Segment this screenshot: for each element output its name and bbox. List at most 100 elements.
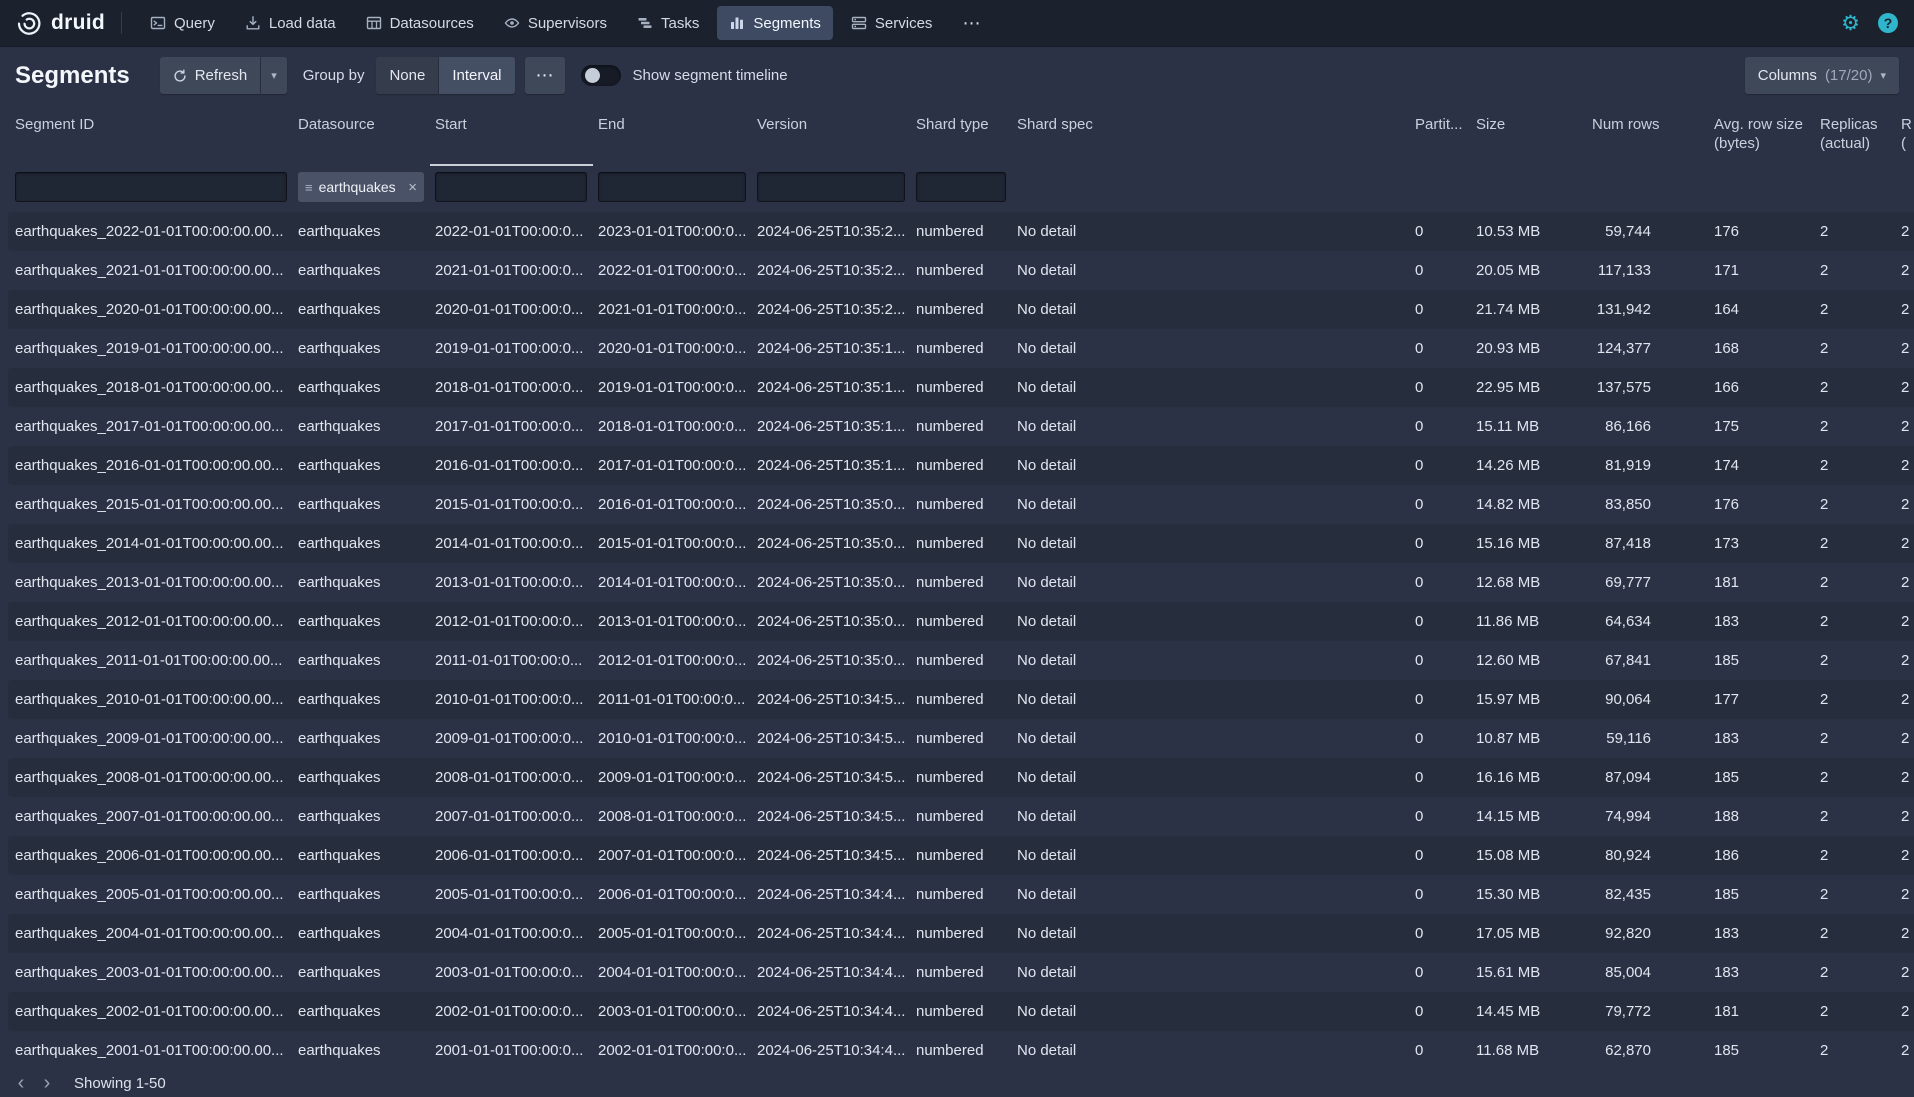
filter-cell-version — [752, 166, 911, 212]
table-row[interactable]: earthquakes_2017-01-01T00:00:00.00...ear… — [0, 407, 1914, 446]
cell-shard_type: numbered — [911, 836, 1012, 875]
table-row[interactable]: earthquakes_2022-01-01T00:00:00.00...ear… — [0, 212, 1914, 251]
refresh-dropdown-button[interactable]: ▾ — [261, 57, 287, 94]
table-row[interactable]: earthquakes_2005-01-01T00:00:00.00...ear… — [0, 875, 1914, 914]
datasource-filter-tag[interactable]: ≡ earthquakes × — [298, 172, 424, 202]
filter-input-start[interactable] — [435, 172, 587, 202]
cell-replicated: 2 — [1896, 719, 1914, 758]
column-label: Replicas — [1820, 116, 1878, 133]
refresh-button[interactable]: Refresh — [160, 57, 261, 94]
table-row[interactable]: earthquakes_2015-01-01T00:00:00.00...ear… — [0, 485, 1914, 524]
table-row[interactable]: earthquakes_2016-01-01T00:00:00.00...ear… — [0, 446, 1914, 485]
nav-item-tasks[interactable]: Tasks — [625, 6, 711, 40]
table-row[interactable]: earthquakes_2011-01-01T00:00:00.00...ear… — [0, 641, 1914, 680]
table-row[interactable]: earthquakes_2013-01-01T00:00:00.00...ear… — [0, 563, 1914, 602]
column-header-shard_spec[interactable]: Shard spec — [1012, 105, 1410, 166]
table-row[interactable]: earthquakes_2014-01-01T00:00:00.00...ear… — [0, 524, 1914, 563]
cell-replicated: 2 — [1896, 1031, 1914, 1070]
supervisors-icon — [504, 15, 520, 31]
segment-timeline-toggle[interactable] — [581, 65, 621, 86]
column-header-num_rows[interactable]: Num rows — [1587, 105, 1709, 166]
group-by-label: Group by — [303, 67, 365, 84]
group-by-none-button[interactable]: None — [376, 57, 438, 94]
column-header-segment_id[interactable]: Segment ID — [0, 105, 293, 166]
table-row[interactable]: earthquakes_2007-01-01T00:00:00.00...ear… — [0, 797, 1914, 836]
table-row[interactable]: earthquakes_2008-01-01T00:00:00.00...ear… — [0, 758, 1914, 797]
cell-shard_type: numbered — [911, 602, 1012, 641]
table-row[interactable]: earthquakes_2019-01-01T00:00:00.00...ear… — [0, 329, 1914, 368]
column-header-replicas[interactable]: Replicas(actual) — [1815, 105, 1896, 166]
column-header-datasource[interactable]: Datasource — [293, 105, 430, 166]
prev-page-button[interactable]: ‹ — [8, 1071, 34, 1095]
brand[interactable]: druid — [16, 10, 105, 36]
column-label: Shard type — [916, 116, 989, 133]
cell-version: 2024-06-25T10:34:4... — [752, 1031, 911, 1070]
group-by-interval-button[interactable]: Interval — [439, 57, 514, 94]
cell-datasource: earthquakes — [293, 758, 430, 797]
column-header-partition[interactable]: Partit... — [1410, 105, 1471, 166]
table-row[interactable]: earthquakes_2009-01-01T00:00:00.00...ear… — [0, 719, 1914, 758]
column-header-replicated[interactable]: R( — [1896, 105, 1914, 166]
next-page-button[interactable]: › — [34, 1071, 60, 1095]
chevron-down-icon: ▾ — [271, 69, 277, 82]
cell-version: 2024-06-25T10:34:5... — [752, 758, 911, 797]
table-row[interactable]: earthquakes_2003-01-01T00:00:00.00...ear… — [0, 953, 1914, 992]
table-row[interactable]: earthquakes_2004-01-01T00:00:00.00...ear… — [0, 914, 1914, 953]
cell-shard_type: numbered — [911, 914, 1012, 953]
cell-avg_row_size: 183 — [1709, 953, 1815, 992]
cell-replicas: 2 — [1815, 758, 1896, 797]
cell-end: 2003-01-01T00:00:0... — [593, 992, 752, 1031]
cell-segment_id: earthquakes_2019-01-01T00:00:00.00... — [0, 329, 293, 368]
cell-datasource: earthquakes — [293, 992, 430, 1031]
column-header-version[interactable]: Version — [752, 105, 911, 166]
nav-item-query[interactable]: Query — [138, 6, 227, 40]
table-row[interactable]: earthquakes_2006-01-01T00:00:00.00...ear… — [0, 836, 1914, 875]
table-row[interactable]: earthquakes_2001-01-01T00:00:00.00...ear… — [0, 1031, 1914, 1070]
nav-item-segments[interactable]: Segments — [717, 6, 833, 40]
help-icon[interactable]: ? — [1878, 13, 1898, 33]
table-row[interactable]: earthquakes_2002-01-01T00:00:00.00...ear… — [0, 992, 1914, 1031]
cell-partition: 0 — [1410, 290, 1471, 329]
cell-replicas: 2 — [1815, 836, 1896, 875]
cell-version: 2024-06-25T10:34:5... — [752, 719, 911, 758]
column-header-shard_type[interactable]: Shard type — [911, 105, 1012, 166]
cell-end: 2002-01-01T00:00:0... — [593, 1031, 752, 1070]
cell-shard_type: numbered — [911, 992, 1012, 1031]
cell-end: 2018-01-01T00:00:0... — [593, 407, 752, 446]
cell-datasource: earthquakes — [293, 524, 430, 563]
cell-size: 20.93 MB — [1471, 329, 1587, 368]
cell-num_rows: 137,575 — [1587, 368, 1709, 407]
filter-input-shard-type[interactable] — [916, 172, 1006, 202]
cell-size: 12.68 MB — [1471, 563, 1587, 602]
table-row[interactable]: earthquakes_2018-01-01T00:00:00.00...ear… — [0, 368, 1914, 407]
table-row[interactable]: earthquakes_2012-01-01T00:00:00.00...ear… — [0, 602, 1914, 641]
remove-filter-icon[interactable]: × — [408, 179, 417, 196]
column-header-start[interactable]: Start — [430, 105, 593, 166]
cell-num_rows: 83,850 — [1587, 485, 1709, 524]
nav-item-datasources[interactable]: Datasources — [354, 6, 486, 40]
columns-button[interactable]: Columns (17/20) ▾ — [1745, 57, 1899, 94]
cell-partition: 0 — [1410, 875, 1471, 914]
column-header-avg_row_size[interactable]: Avg. row size(bytes) — [1709, 105, 1815, 166]
toolbar-more-button[interactable]: ⋯ — [525, 57, 565, 94]
filter-input-version[interactable] — [757, 172, 905, 202]
cell-partition: 0 — [1410, 524, 1471, 563]
cell-end: 2023-01-01T00:00:0... — [593, 212, 752, 251]
cell-end: 2009-01-01T00:00:0... — [593, 758, 752, 797]
table-row[interactable]: earthquakes_2020-01-01T00:00:00.00...ear… — [0, 290, 1914, 329]
column-header-end[interactable]: End — [593, 105, 752, 166]
filter-input-end[interactable] — [598, 172, 746, 202]
table-row[interactable]: earthquakes_2010-01-01T00:00:00.00...ear… — [0, 680, 1914, 719]
table-row[interactable]: earthquakes_2021-01-01T00:00:00.00...ear… — [0, 251, 1914, 290]
nav-more-button[interactable]: ⋯ — [950, 6, 992, 40]
nav-item-supervisors[interactable]: Supervisors — [492, 6, 619, 40]
filter-input-segment-id[interactable] — [15, 172, 287, 202]
nav-item-services[interactable]: Services — [839, 6, 945, 40]
column-header-size[interactable]: Size — [1471, 105, 1587, 166]
nav-item-load-data[interactable]: Load data — [233, 6, 348, 40]
cell-partition: 0 — [1410, 992, 1471, 1031]
cell-replicas: 2 — [1815, 680, 1896, 719]
settings-gear-icon[interactable]: ⚙ — [1841, 13, 1860, 34]
cell-shard_spec: No detail — [1012, 680, 1410, 719]
cell-size: 20.05 MB — [1471, 251, 1587, 290]
